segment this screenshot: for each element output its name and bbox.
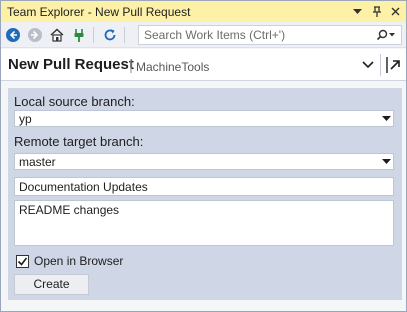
source-branch-label: Local source branch: <box>14 94 135 109</box>
create-button[interactable]: Create <box>14 274 89 295</box>
chevron-down-icon[interactable] <box>361 56 375 72</box>
search-work-items-box <box>138 25 402 45</box>
toolbar-separator <box>93 26 94 43</box>
navigate-icon[interactable] <box>385 54 403 76</box>
header-divider <box>380 54 381 76</box>
search-icon[interactable] <box>371 26 401 44</box>
toolbar <box>1 22 406 48</box>
source-branch-dropdown[interactable]: yp <box>14 110 394 127</box>
pr-title-field[interactable]: Documentation Updates <box>14 177 394 196</box>
source-branch-value: yp <box>19 111 32 126</box>
target-branch-value: master <box>19 154 56 169</box>
repository-name: MachineTools <box>136 60 210 74</box>
toolbar-separator <box>124 26 125 43</box>
search-input[interactable] <box>139 28 371 42</box>
team-explorer-window: Team Explorer - New Pull Request Search … <box>0 0 407 312</box>
title-separator: | <box>129 57 133 74</box>
window-title: Team Explorer - New Pull Request <box>7 4 191 19</box>
back-arrow-icon[interactable] <box>3 25 23 45</box>
target-branch-label: Remote target branch: <box>14 134 144 149</box>
home-icon[interactable] <box>47 25 67 45</box>
page-title: New Pull Request <box>8 56 134 73</box>
connect-plug-icon[interactable] <box>69 25 89 45</box>
page-header: New Pull Request | MachineTools <box>1 49 406 81</box>
open-in-browser-option[interactable]: Open in Browser <box>16 254 123 268</box>
pin-icon[interactable] <box>368 3 385 20</box>
pull-request-form: Local source branch: yp Remote target br… <box>8 88 402 300</box>
close-icon[interactable] <box>387 3 404 20</box>
pr-description-field[interactable]: README changes <box>14 200 394 246</box>
forward-arrow-icon[interactable] <box>25 25 45 45</box>
target-branch-dropdown[interactable]: master <box>14 153 394 170</box>
refresh-icon[interactable] <box>100 25 120 45</box>
dropdown-icon[interactable] <box>349 3 366 20</box>
title-bar: Team Explorer - New Pull Request <box>1 1 406 22</box>
dropdown-arrow-icon <box>379 111 393 126</box>
open-in-browser-checkbox[interactable] <box>16 254 29 268</box>
dropdown-arrow-icon <box>379 154 393 169</box>
open-in-browser-label: Open in Browser <box>34 254 124 268</box>
